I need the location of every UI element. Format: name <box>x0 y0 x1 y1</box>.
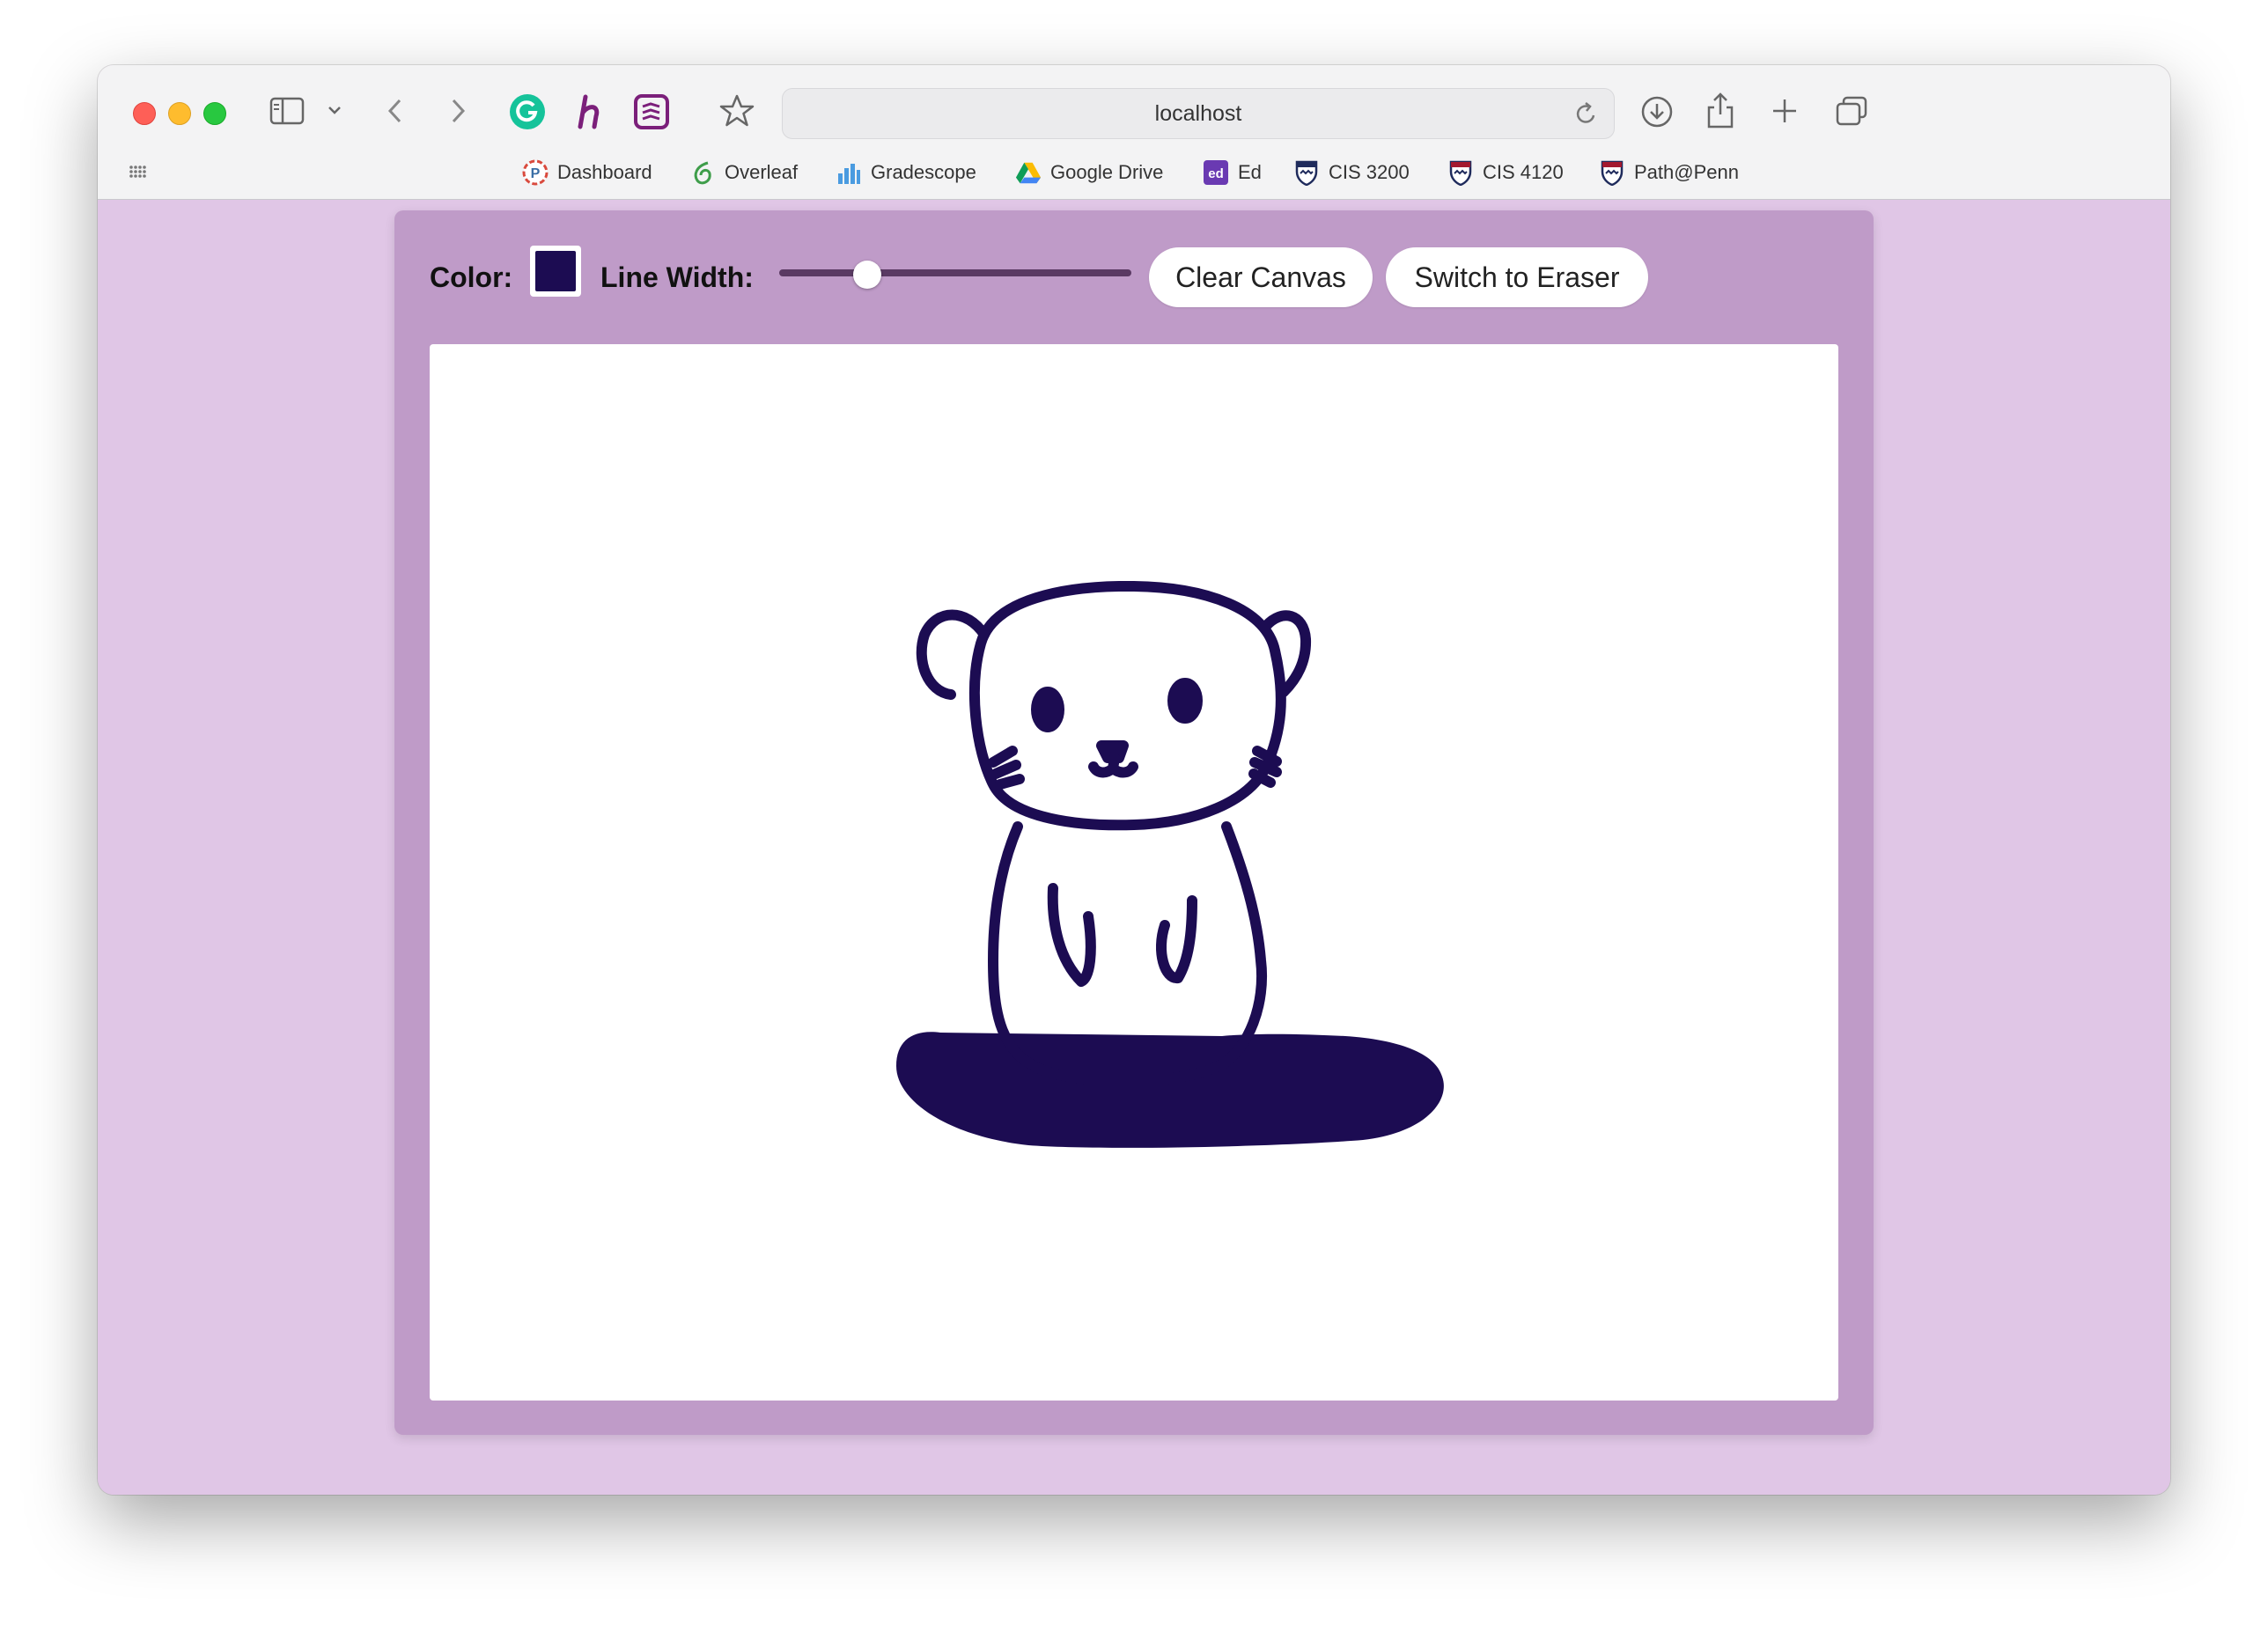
penn-shield-icon <box>1293 159 1320 186</box>
bookmark-label: Ed <box>1238 161 1262 183</box>
color-label: Color: <box>430 261 513 293</box>
url-text: localhost <box>1154 100 1242 126</box>
bookmark-path-at-penn[interactable]: Path@Penn <box>1599 153 1739 192</box>
bookmark-ed[interactable]: ed Ed <box>1203 153 1262 192</box>
bookmark-gradescope[interactable]: Gradescope <box>836 153 976 192</box>
bookmark-label: CIS 3200 <box>1329 161 1410 183</box>
bookmark-label: Gradescope <box>871 161 976 183</box>
extension-icon[interactable] <box>633 93 670 130</box>
downloads-icon[interactable] <box>1640 95 1674 129</box>
clear-canvas-button[interactable]: Clear Canvas <box>1149 247 1373 307</box>
svg-text:ed: ed <box>1208 166 1224 181</box>
bookmark-label: Dashboard <box>557 161 652 183</box>
otter-drawing <box>896 580 1444 1148</box>
tab-overview-icon[interactable] <box>1835 95 1868 127</box>
color-picker[interactable] <box>530 246 581 297</box>
back-icon[interactable] <box>386 97 405 125</box>
reload-icon[interactable] <box>1575 101 1598 130</box>
new-tab-icon[interactable] <box>1771 97 1799 125</box>
honey-icon[interactable] <box>571 92 607 132</box>
address-bar[interactable]: localhost <box>782 88 1615 139</box>
bookmark-cis-3200[interactable]: CIS 3200 <box>1293 153 1410 192</box>
bookmark-label: Path@Penn <box>1634 161 1739 183</box>
ed-icon: ed <box>1203 159 1229 186</box>
share-icon[interactable] <box>1705 92 1735 129</box>
forward-icon[interactable] <box>448 97 468 125</box>
piazza-icon: P <box>522 159 549 186</box>
favorites-bar: P Dashboard Overleaf Gradescope Google D… <box>98 153 2170 192</box>
line-width-slider[interactable] <box>779 269 1131 276</box>
bookmark-cis-4120[interactable]: CIS 4120 <box>1447 153 1564 192</box>
bookmark-star-icon[interactable] <box>719 93 755 129</box>
grid-apps-icon[interactable] <box>128 160 151 183</box>
gradescope-icon <box>836 159 862 186</box>
sidebar-icon[interactable] <box>269 97 305 125</box>
grammarly-icon[interactable] <box>509 93 546 130</box>
bookmark-label: Overleaf <box>725 161 799 183</box>
minimize-window-button[interactable] <box>168 102 191 125</box>
bookmark-overleaf[interactable]: Overleaf <box>689 153 798 192</box>
line-width-slider-thumb[interactable] <box>853 261 881 289</box>
bookmark-label: Google Drive <box>1050 161 1164 183</box>
bookmark-label: CIS 4120 <box>1483 161 1564 183</box>
chevron-down-icon[interactable] <box>327 104 342 116</box>
penn-shield-icon <box>1599 159 1625 186</box>
svg-text:P: P <box>531 166 541 181</box>
close-window-button[interactable] <box>133 102 156 125</box>
browser-toolbar: localhost P Dashboard Overleaf Gradescop… <box>98 65 2170 200</box>
bookmark-dashboard[interactable]: P Dashboard <box>522 153 652 192</box>
color-swatch <box>535 251 576 291</box>
switch-to-eraser-button[interactable]: Switch to Eraser <box>1386 247 1648 307</box>
browser-window: localhost P Dashboard Overleaf Gradescop… <box>98 65 2170 1495</box>
bookmark-google-drive[interactable]: Google Drive <box>1015 153 1163 192</box>
drawing-app-card: Color: Line Width: Clear Canvas Switch t… <box>394 210 1874 1435</box>
page-content: Color: Line Width: Clear Canvas Switch t… <box>98 200 2170 1495</box>
zoom-window-button[interactable] <box>203 102 226 125</box>
google-drive-icon <box>1015 159 1042 186</box>
overleaf-icon <box>689 159 716 186</box>
line-width-label: Line Width: <box>600 261 754 293</box>
drawing-canvas[interactable] <box>430 344 1838 1401</box>
penn-shield-icon <box>1447 159 1474 186</box>
